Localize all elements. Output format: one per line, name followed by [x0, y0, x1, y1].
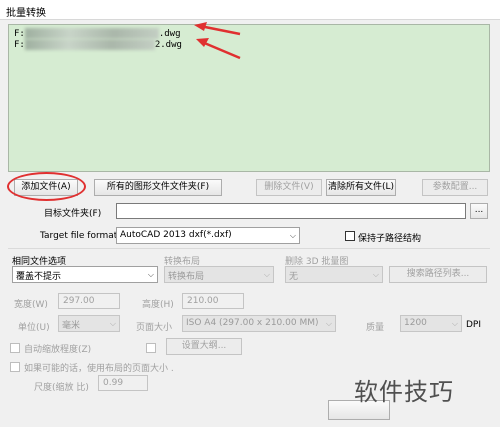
page-size-select[interactable]: ISO A4 (297.00 x 210.00 MM) ⌵ — [182, 315, 336, 332]
target-folder-input[interactable] — [116, 203, 466, 219]
chevron-down-icon: ⌵ — [263, 270, 270, 279]
preferences-button[interactable]: 参数配置... — [422, 179, 488, 196]
keep-subfolder-label: 保持子路径结构 — [358, 234, 422, 244]
list-item[interactable]: F: 2.dwg — [14, 39, 182, 50]
fit-layout-label: 如果可能的话，使用布局的页面大小 . — [24, 364, 174, 374]
target-format-label: Target file format — [40, 231, 118, 241]
redacted-path — [24, 28, 159, 39]
chevron-down-icon: ⌵ — [372, 270, 379, 279]
convert-layout-select[interactable]: 转换布局 ⌵ — [164, 266, 274, 283]
page-size-label: 页面大小 — [136, 323, 173, 333]
watermark-text: 软件技巧 — [354, 378, 454, 406]
width-input[interactable]: 297.00 — [58, 293, 120, 309]
divider — [8, 248, 490, 249]
delete-file-button[interactable]: 删除文件(V) — [256, 179, 322, 196]
window-title: 批量转换 — [6, 8, 46, 19]
outline-checkbox[interactable] — [146, 343, 156, 353]
width-label: 宽度(W) — [14, 300, 48, 310]
unit-label: 单位(U) — [18, 323, 50, 333]
all-drawings-folder-button[interactable]: 所有的图形文件文件夹(F) — [94, 179, 222, 196]
redacted-path — [24, 39, 155, 50]
quality-label: 质量 — [366, 323, 385, 333]
height-input[interactable]: 210.00 — [182, 293, 244, 309]
chevron-down-icon: ⌵ — [451, 319, 458, 328]
list-item[interactable]: F: .dwg — [14, 28, 181, 39]
search-path-button[interactable]: 搜索路径列表... — [389, 266, 487, 283]
quality-select[interactable]: 1200 ⌵ — [400, 315, 462, 332]
keep-subfolder-checkbox[interactable] — [345, 231, 355, 241]
unit-select[interactable]: 毫米 ⌵ — [58, 315, 120, 332]
annotation-circle-icon — [7, 172, 86, 201]
outline-settings-button[interactable]: 设置大纲... — [166, 338, 242, 355]
target-format-select[interactable]: AutoCAD 2013 dxf(*.dxf) ⌵ — [116, 227, 300, 244]
size-ratio-label: 尺度(缩放 比) — [34, 383, 89, 393]
quality-unit-label: DPI — [466, 320, 482, 330]
title-bar: 批量转换 — [0, 0, 500, 20]
size-ratio-input[interactable]: 0.99 — [98, 375, 148, 391]
height-label: 高度(H) — [142, 300, 174, 310]
chevron-down-icon: ⌵ — [289, 231, 296, 240]
target-folder-label: 目标文件夹(F) — [44, 209, 102, 219]
file-list[interactable]: F: .dwg F: 2.dwg — [8, 24, 490, 172]
ignore-3d-select[interactable]: 无 ⌵ — [285, 266, 383, 283]
auto-zoom-label: 自动缩放程度(Z) — [24, 345, 92, 355]
auto-zoom-checkbox[interactable] — [10, 343, 20, 353]
chevron-down-icon: ⌵ — [147, 270, 154, 279]
browse-button[interactable]: ... — [470, 203, 488, 219]
chevron-down-icon: ⌵ — [109, 319, 116, 328]
annotation-arrow-icon — [194, 22, 241, 60]
chevron-down-icon: ⌵ — [325, 319, 332, 328]
fit-layout-checkbox[interactable] — [10, 362, 20, 372]
clear-all-button[interactable]: 清除所有文件(L) — [326, 179, 396, 196]
same-file-select[interactable]: 覆盖不提示 ⌵ — [12, 266, 158, 283]
